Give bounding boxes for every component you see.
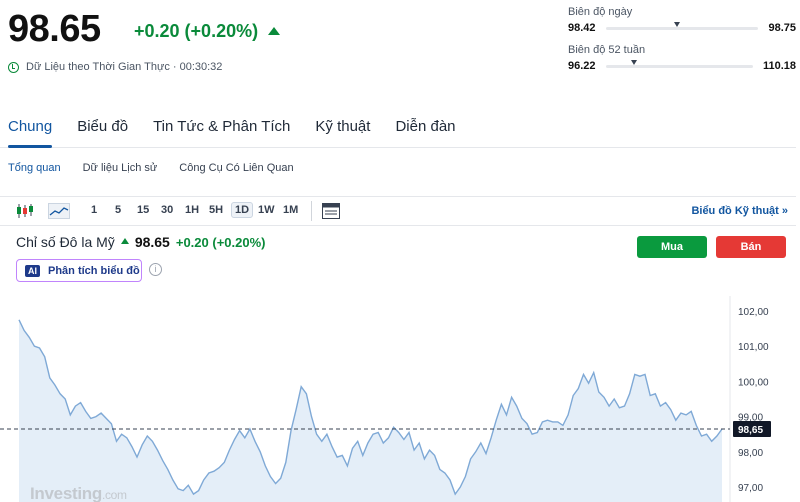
- sub-tabs: Tổng quan Dữ liệu Lịch sử Công Cụ Có Liê…: [8, 162, 294, 174]
- instrument-header: Chỉ số Đô la Mỹ 98.65 +0.20 (+0.20%): [16, 234, 265, 250]
- timeframe-1w[interactable]: 1W: [258, 204, 275, 216]
- watermark-brand: Investing: [30, 484, 102, 502]
- ai-icon: AI: [25, 264, 40, 277]
- price-change: +0.20 (+0.20%): [134, 21, 281, 42]
- day-range: Biên độ ngày 98.42 98.75: [568, 6, 796, 34]
- range-52w-bar: [605, 59, 753, 68]
- tab-chung[interactable]: Chung: [0, 108, 60, 148]
- day-range-bar: [605, 21, 759, 30]
- realtime-label: Dữ Liệu theo Thời Gian Thực · 00:30:32: [26, 61, 223, 73]
- timeframe-30[interactable]: 30: [161, 204, 173, 216]
- last-price-label: 98,65: [738, 425, 763, 436]
- instrument-change: +0.20 (+0.20%): [175, 234, 266, 250]
- tab-tin-tuc[interactable]: Tin Tức & Phân Tích: [145, 108, 298, 147]
- toolbar-divider: [311, 201, 312, 221]
- timeframe-1m[interactable]: 1M: [283, 204, 298, 216]
- day-range-low: 98.42: [568, 22, 596, 34]
- price-chart[interactable]: 102,00101,00100,0099,0098,0097,0098,65: [0, 296, 800, 502]
- info-icon[interactable]: i: [149, 263, 162, 276]
- y-tick-label: 98,00: [738, 448, 763, 459]
- chart-area-fill: [19, 319, 722, 502]
- clock-icon: [8, 61, 19, 73]
- y-tick-label: 101,00: [738, 342, 769, 353]
- range-52w-low: 96.22: [568, 60, 596, 72]
- buy-button[interactable]: Mua: [637, 236, 707, 258]
- watermark-suffix: .com: [101, 488, 127, 502]
- investing-watermark: Investing.com: [30, 484, 127, 502]
- y-tick-label: 97,00: [738, 483, 763, 494]
- y-tick-label: 100,00: [738, 377, 769, 388]
- timeframe-15[interactable]: 15: [137, 204, 149, 216]
- day-range-marker: [674, 21, 681, 27]
- sell-button[interactable]: Bán: [716, 236, 786, 258]
- timeframe-1h[interactable]: 1H: [185, 204, 199, 216]
- range-52w-marker: [630, 59, 637, 65]
- candlestick-icon[interactable]: [16, 203, 34, 219]
- main-tabs: Chung Biểu đồ Tin Tức & Phân Tích Kỹ thu…: [0, 108, 796, 148]
- tab-ky-thuat[interactable]: Kỹ thuật: [307, 108, 378, 147]
- timeframe-1d[interactable]: 1D: [231, 202, 254, 218]
- range-52w-label: Biên độ 52 tuần: [568, 44, 646, 56]
- price-change-text: +0.20 (+0.20%): [134, 21, 259, 41]
- tab-bieu-do[interactable]: Biểu đồ: [69, 108, 136, 147]
- technical-chart-link[interactable]: Biểu đồ Kỹ thuật »: [691, 205, 788, 217]
- tab-dien-dan[interactable]: Diễn đàn: [387, 108, 463, 147]
- timeframe-5[interactable]: 5: [115, 204, 121, 216]
- subtab-du-lieu-lich-su[interactable]: Dữ liệu Lịch sử: [83, 162, 158, 174]
- day-range-label: Biên độ ngày: [568, 6, 633, 18]
- range-52w-high: 110.18: [762, 60, 796, 72]
- ai-button-label: Phân tích biểu đồ: [48, 264, 140, 277]
- area-chart-icon[interactable]: [48, 203, 70, 219]
- up-arrow-icon: [120, 238, 129, 244]
- subtab-tong-quan[interactable]: Tổng quan: [8, 162, 61, 174]
- timeframe-5h[interactable]: 5H: [209, 204, 223, 216]
- realtime-status: Dữ Liệu theo Thời Gian Thực · 00:30:32: [8, 61, 222, 73]
- timeframe-1[interactable]: 1: [91, 204, 97, 216]
- y-tick-label: 102,00: [738, 307, 769, 318]
- instrument-name: Chỉ số Đô la Mỹ: [16, 234, 115, 250]
- range-52w: Biên độ 52 tuần 96.22 110.18: [568, 44, 796, 72]
- ai-chart-analysis-button[interactable]: AI Phân tích biểu đồ: [16, 259, 142, 282]
- up-arrow-icon: [268, 26, 281, 35]
- chart-toolbar: 1 5 15 30 1H 5H 1D 1W 1M Biểu đồ Kỹ thuậ…: [0, 196, 796, 226]
- day-range-high: 98.75: [768, 22, 796, 34]
- instrument-price: 98.65: [134, 234, 170, 250]
- table-icon[interactable]: [322, 203, 340, 219]
- subtab-cong-cu[interactable]: Công Cụ Có Liên Quan: [179, 162, 293, 174]
- price: 98.65: [8, 8, 101, 50]
